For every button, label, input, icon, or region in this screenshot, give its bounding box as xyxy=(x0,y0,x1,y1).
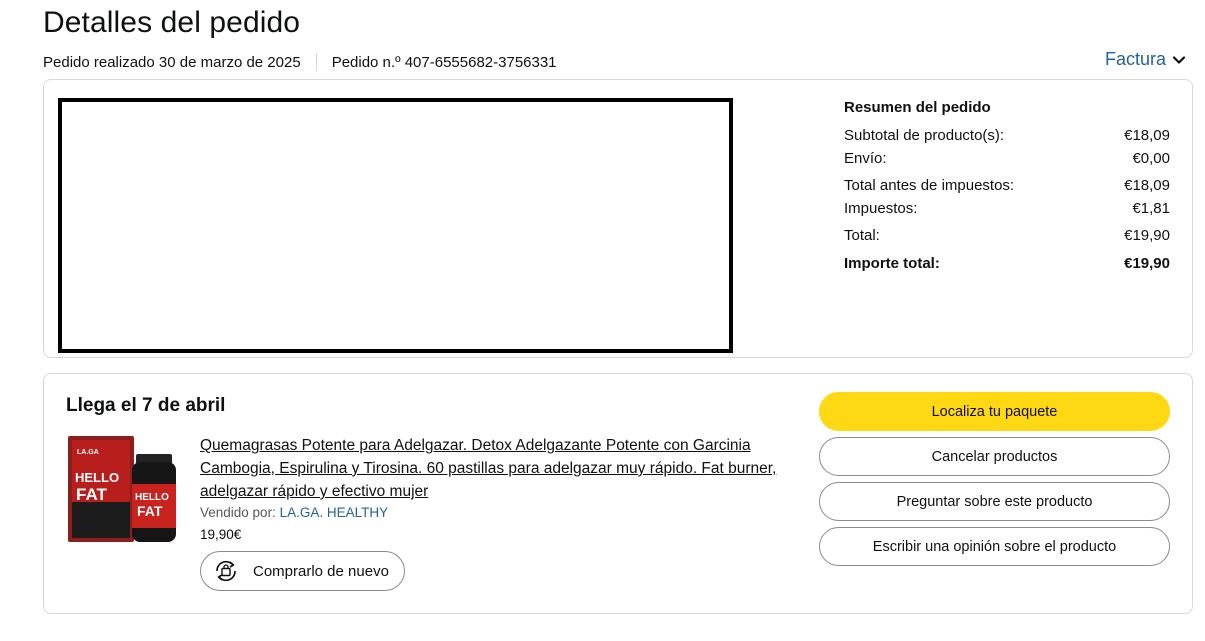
buy-again-label: Comprarlo de nuevo xyxy=(253,562,389,580)
product-price: 19,90€ xyxy=(200,527,242,542)
product-image-brand: LA.GA xyxy=(77,449,99,456)
ask-product-question-button[interactable]: Preguntar sobre este producto xyxy=(819,482,1170,521)
product-image[interactable]: LA.GA HELLO FAT HELLO FAT xyxy=(66,432,182,550)
order-number: Pedido n.º 407-6555682-3756331 xyxy=(331,53,557,71)
summary-value: €1,81 xyxy=(1132,200,1170,217)
product-image-line2: FAT xyxy=(76,485,107,504)
summary-row-subtotal: Subtotal de producto(s): €18,09 xyxy=(844,124,1170,147)
order-meta: Pedido realizado 30 de marzo de 2025 Ped… xyxy=(43,53,557,71)
cancel-items-button[interactable]: Cancelar productos xyxy=(819,437,1170,476)
summary-value: €19,90 xyxy=(1124,255,1170,272)
summary-title: Resumen del pedido xyxy=(844,99,991,116)
order-placed-date: Pedido realizado 30 de marzo de 2025 xyxy=(43,53,301,71)
product-image-line1: HELLO xyxy=(75,470,119,485)
product-title-link[interactable]: Quemagrasas Potente para Adelgazar. Deto… xyxy=(200,434,800,503)
page-title: Detalles del pedido xyxy=(43,6,301,39)
write-review-button[interactable]: Escribir una opinión sobre el producto xyxy=(819,527,1170,566)
summary-row-pretax: Total antes de impuestos: €18,09 xyxy=(844,174,1170,197)
summary-value: €0,00 xyxy=(1132,150,1170,167)
invoice-dropdown[interactable]: Factura xyxy=(1105,49,1186,70)
summary-row-tax: Impuestos: €1,81 xyxy=(844,197,1170,220)
summary-label: Envío: xyxy=(844,150,887,167)
order-summary-card: Resumen del pedido Subtotal de producto(… xyxy=(43,79,1193,358)
summary-value: €19,90 xyxy=(1124,227,1170,244)
redacted-address-block xyxy=(58,98,733,353)
order-summary: Resumen del pedido Subtotal de producto(… xyxy=(844,99,1170,275)
track-package-button[interactable]: Localiza tu paquete xyxy=(819,392,1170,431)
invoice-label: Factura xyxy=(1104,49,1166,69)
bottle-label-line2: FAT xyxy=(137,503,163,519)
buy-again-icon xyxy=(216,560,236,582)
seller-link[interactable]: LA.GA. HEALTHY xyxy=(280,505,389,520)
meta-divider xyxy=(315,53,317,71)
summary-label: Subtotal de producto(s): xyxy=(844,127,1005,144)
sold-by-label: Vendido por: xyxy=(200,505,276,520)
summary-row-grand-total: Importe total: €19,90 xyxy=(844,252,1170,275)
summary-value: €18,09 xyxy=(1124,177,1170,194)
bottle-label-line1: HELLO xyxy=(135,492,169,503)
summary-value: €18,09 xyxy=(1124,127,1170,144)
summary-label: Total: xyxy=(844,227,880,244)
delivery-card: Llega el 7 de abril LA.GA HELLO FAT HELL… xyxy=(43,373,1193,614)
summary-label: Impuestos: xyxy=(844,200,918,217)
order-actions: Localiza tu paquete Cancelar productos P… xyxy=(819,392,1170,572)
summary-row-total: Total: €19,90 xyxy=(844,224,1170,247)
summary-row-shipping: Envío: €0,00 xyxy=(844,147,1170,170)
sold-by: Vendido por: LA.GA. HEALTHY xyxy=(200,505,388,520)
summary-label: Importe total: xyxy=(844,255,940,272)
buy-again-button[interactable]: Comprarlo de nuevo xyxy=(200,551,405,591)
summary-label: Total antes de impuestos: xyxy=(844,177,1015,194)
chevron-down-icon xyxy=(1172,55,1186,64)
arrival-date: Llega el 7 de abril xyxy=(66,395,226,416)
